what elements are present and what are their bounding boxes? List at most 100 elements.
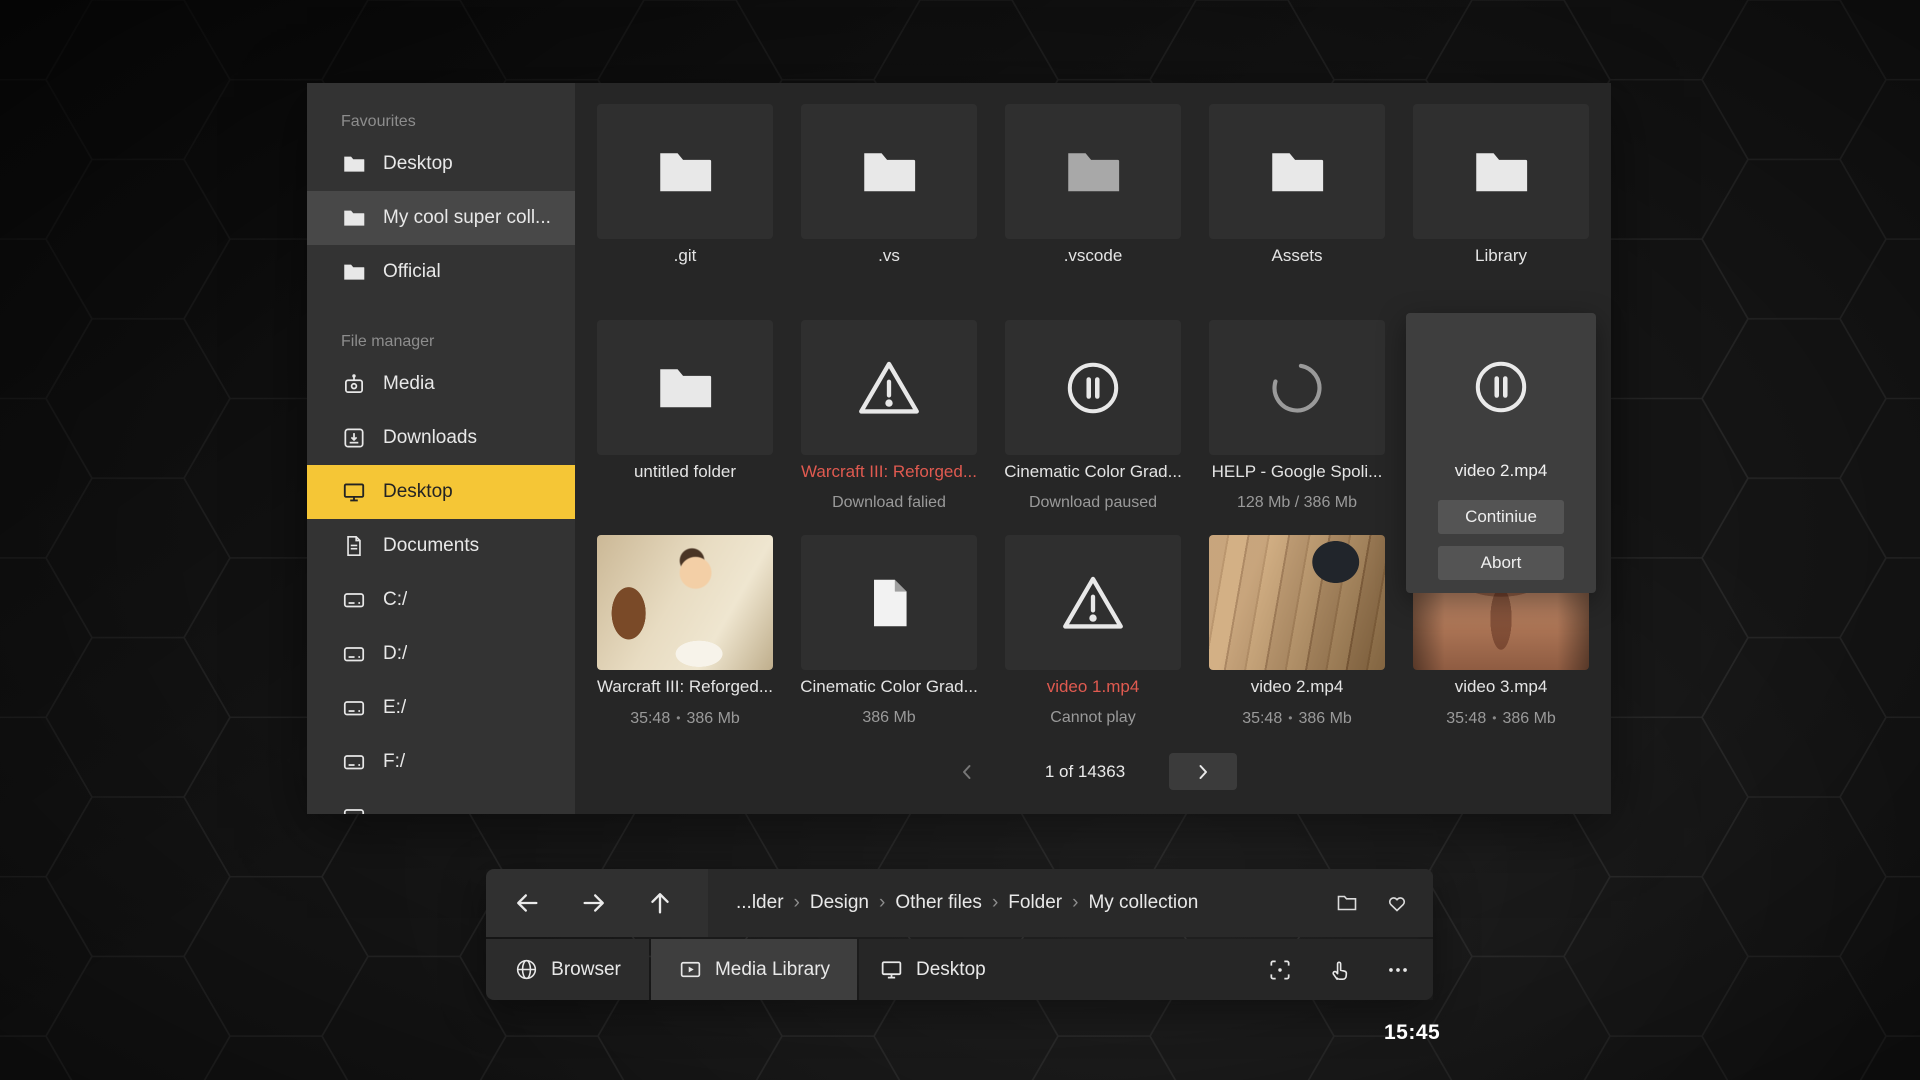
sidebar-item-drive-d[interactable]: D:/: [307, 627, 575, 681]
expanded-tile-video2[interactable]: video 2.mp4 Continiue Abort: [1406, 313, 1596, 593]
hand-pointer-icon[interactable]: [1326, 957, 1352, 983]
grid-item-cinematic-download[interactable]: Cinematic Color Grad... Download paused: [991, 320, 1195, 515]
sidebar-item-desktop[interactable]: Desktop: [307, 465, 575, 519]
grid-item-warcraft-video[interactable]: Warcraft III: Reforged... 35:48 • 386 Mb: [583, 535, 787, 730]
tab-desktop[interactable]: Desktop: [859, 939, 1433, 1000]
chevron-right-icon: [1191, 760, 1215, 784]
grid-item-library[interactable]: Library: [1399, 104, 1603, 268]
drive-icon: [341, 749, 367, 775]
prev-page-button[interactable]: [947, 753, 987, 790]
next-page-button[interactable]: [1169, 753, 1237, 790]
media-icon: [341, 371, 367, 397]
new-folder-icon[interactable]: [1335, 891, 1359, 915]
drive-icon: [341, 695, 367, 721]
grid-item-assets[interactable]: Assets: [1195, 104, 1399, 268]
sidebar-item-official[interactable]: Official: [307, 245, 575, 299]
breadcrumb-segment[interactable]: My collection: [1088, 892, 1198, 914]
monitor-icon: [341, 479, 367, 505]
sidebar-item-desktop-favourite[interactable]: Desktop: [307, 137, 575, 191]
folder-icon: [341, 151, 367, 177]
breadcrumb-segment[interactable]: Folder: [1008, 892, 1062, 914]
file-name: video 2.mp4: [1250, 677, 1344, 696]
abort-button[interactable]: Abort: [1438, 546, 1564, 580]
favourite-heart-icon[interactable]: [1385, 891, 1409, 915]
video-thumbnail: [597, 535, 773, 670]
sidebar-item-drive-c[interactable]: C:/: [307, 573, 575, 627]
grid-item-help-download[interactable]: HELP - Google Spoli... 128 Mb / 386 Mb: [1195, 320, 1399, 515]
media-library-icon: [678, 957, 703, 982]
file-name: Assets: [1271, 246, 1323, 265]
bottom-toolbar: ...lder › Design › Other files › Folder …: [486, 869, 1433, 1000]
file-name: .git: [673, 246, 697, 265]
grid-item-video1[interactable]: video 1.mp4 Cannot play: [991, 535, 1195, 730]
folder-icon: [1060, 139, 1126, 205]
file-status: Cannot play: [1050, 709, 1136, 726]
file-name: .vs: [878, 246, 900, 265]
breadcrumb: ...lder › Design › Other files › Folder …: [708, 869, 1433, 937]
pagination: 1 of 14363: [575, 753, 1611, 790]
file-status: Download falied: [832, 494, 946, 511]
file-status: Download paused: [1028, 494, 1158, 511]
drive-icon: [341, 587, 367, 613]
pause-icon: [1061, 356, 1125, 420]
grid-item-git[interactable]: .git: [583, 104, 787, 268]
grid-item-warcraft-download[interactable]: Warcraft III: Reforged... Download falie…: [787, 320, 991, 515]
chevron-left-icon: [955, 760, 979, 784]
sidebar: Favourites Desktop My cool super coll...…: [307, 83, 575, 814]
breadcrumb-segment[interactable]: ...lder: [736, 892, 784, 914]
video-thumbnail: [1209, 535, 1385, 670]
continue-button[interactable]: Continiue: [1438, 500, 1564, 534]
file-name: video 2.mp4: [1454, 461, 1548, 480]
file-name: Warcraft III: Reforged...: [596, 677, 774, 696]
sidebar-item-documents[interactable]: Documents: [307, 519, 575, 573]
arrow-up-icon: [646, 889, 674, 917]
grid-item-cinematic-file[interactable]: Cinematic Color Grad... 386 Mb: [787, 535, 991, 730]
breadcrumb-segment[interactable]: Other files: [895, 892, 982, 914]
back-button[interactable]: [507, 883, 547, 923]
tab-browser[interactable]: Browser: [486, 939, 649, 1000]
sidebar-item-my-cool-super-collection[interactable]: My cool super coll...: [307, 191, 575, 245]
sidebar-item-media[interactable]: Media: [307, 357, 575, 411]
grid-item-vscode[interactable]: .vscode: [991, 104, 1195, 268]
sidebar-item-drive-f[interactable]: F:/: [307, 735, 575, 789]
file-meta: 35:48 • 386 Mb: [630, 710, 740, 727]
grid-item-untitled-folder[interactable]: untitled folder: [583, 320, 787, 484]
arrow-left-icon: [513, 889, 541, 917]
breadcrumb-separator: ›: [793, 892, 800, 913]
sidebar-item-drive-clipped[interactable]: [307, 789, 575, 814]
arrow-right-icon: [580, 889, 608, 917]
grid-item-video2[interactable]: video 2.mp4 35:48 • 386 Mb: [1195, 535, 1399, 730]
more-options-icon[interactable]: [1385, 957, 1411, 983]
view-tabs: Browser Media Library Desktop: [486, 937, 1433, 1000]
document-icon: [341, 533, 367, 559]
grid-item-vs[interactable]: .vs: [787, 104, 991, 268]
clock: 15:45: [1384, 1021, 1441, 1044]
file-meta: 386 Mb: [862, 709, 916, 726]
sidebar-item-drive-e[interactable]: E:/: [307, 681, 575, 735]
breadcrumb-separator: ›: [879, 892, 886, 913]
file-status: 128 Mb / 386 Mb: [1236, 494, 1358, 511]
page-indicator: 1 of 14363: [1044, 762, 1126, 781]
file-name: Cinematic Color Grad...: [1004, 462, 1182, 481]
tab-media-library[interactable]: Media Library: [651, 939, 857, 1000]
warning-icon: [1056, 566, 1130, 640]
breadcrumb-segment[interactable]: Design: [810, 892, 869, 914]
breadcrumb-separator: ›: [1072, 892, 1079, 913]
monitor-icon: [879, 957, 904, 982]
folder-icon: [341, 205, 367, 231]
pause-icon: [1469, 355, 1533, 419]
folder-icon: [652, 139, 718, 205]
file-name: video 3.mp4: [1454, 677, 1548, 696]
sidebar-section-file-manager: File manager: [341, 333, 435, 350]
breadcrumb-separator: ›: [991, 892, 999, 913]
recenter-crosshair-icon[interactable]: [1267, 957, 1293, 983]
up-button[interactable]: [640, 883, 680, 923]
globe-icon: [514, 957, 539, 982]
sidebar-item-downloads[interactable]: Downloads: [307, 411, 575, 465]
navigation-bar: ...lder › Design › Other files › Folder …: [486, 869, 1433, 937]
forward-button[interactable]: [574, 883, 614, 923]
folder-icon: [1264, 139, 1330, 205]
file-name: .vscode: [1063, 246, 1123, 265]
folder-icon: [652, 355, 718, 421]
loading-spinner-icon: [1266, 357, 1328, 419]
